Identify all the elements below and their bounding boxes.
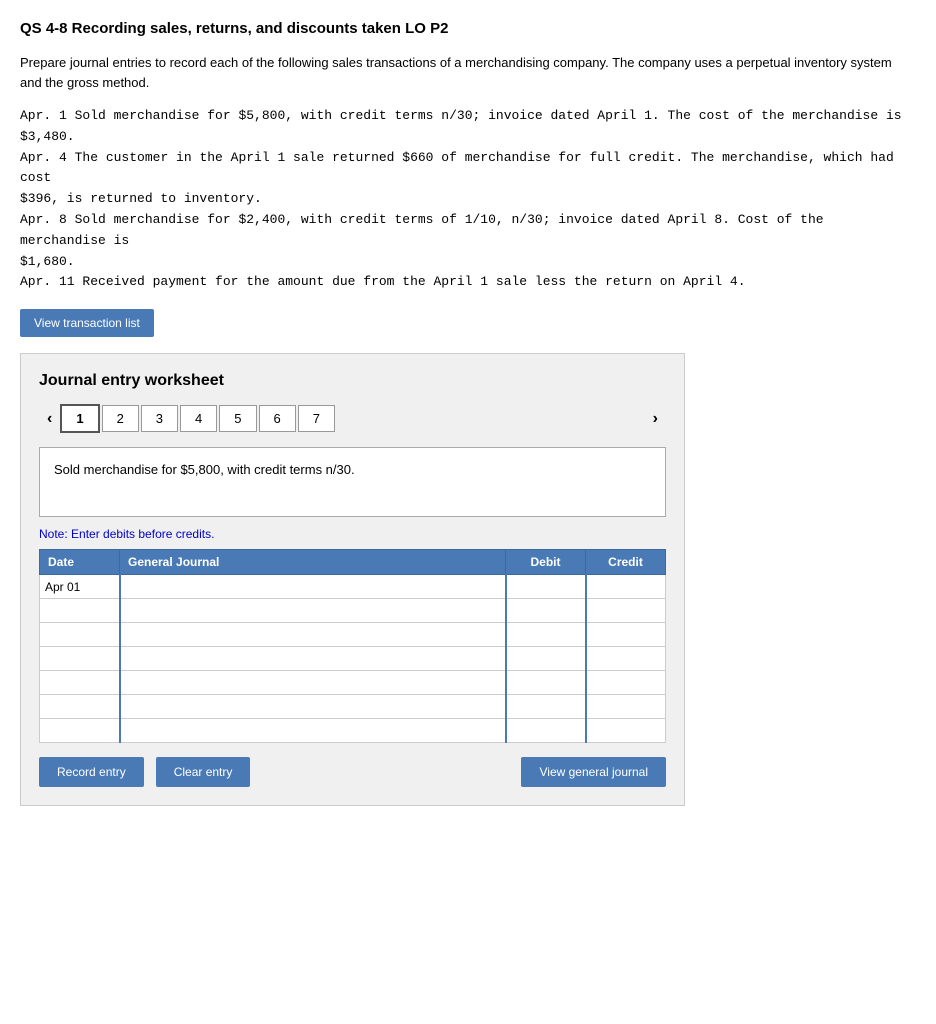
record-entry-button[interactable]: Record entry [39, 757, 144, 787]
journal-cell-7[interactable] [120, 719, 506, 743]
journal-input-7[interactable] [121, 719, 505, 742]
table-row [40, 623, 666, 647]
tab-7[interactable]: 7 [298, 405, 335, 432]
table-row [40, 671, 666, 695]
tab-6[interactable]: 6 [259, 405, 296, 432]
debit-input-7[interactable] [507, 719, 585, 742]
credit-input-7[interactable] [587, 719, 666, 742]
credit-cell-1[interactable] [586, 575, 666, 599]
debit-input-2[interactable] [507, 599, 585, 622]
credit-input-2[interactable] [587, 599, 666, 622]
transaction-3: Apr. 8 Sold merchandise for $2,400, with… [20, 210, 916, 272]
tab-next-button[interactable]: › [645, 406, 666, 432]
instructions: Prepare journal entries to record each o… [20, 53, 916, 92]
tab-prev-button[interactable]: ‹ [39, 406, 60, 432]
tab-3[interactable]: 3 [141, 405, 178, 432]
journal-cell-5[interactable] [120, 671, 506, 695]
credit-cell-2[interactable] [586, 599, 666, 623]
view-transaction-list-button[interactable]: View transaction list [20, 309, 154, 337]
credit-cell-6[interactable] [586, 695, 666, 719]
col-header-date: Date [40, 550, 120, 575]
tab-1[interactable]: 1 [60, 404, 99, 433]
table-row: Apr 01 [40, 575, 666, 599]
table-row [40, 719, 666, 743]
date-cell-6 [40, 695, 120, 719]
credit-input-4[interactable] [587, 647, 666, 670]
col-header-journal: General Journal [120, 550, 506, 575]
credit-input-1[interactable] [587, 575, 666, 598]
transaction-4: Apr. 11 Received payment for the amount … [20, 272, 916, 293]
journal-cell-2[interactable] [120, 599, 506, 623]
tab-2[interactable]: 2 [102, 405, 139, 432]
col-header-credit: Credit [586, 550, 666, 575]
credit-input-5[interactable] [587, 671, 666, 694]
debit-cell-7[interactable] [506, 719, 586, 743]
journal-input-4[interactable] [121, 647, 505, 670]
worksheet-container: Journal entry worksheet ‹ 1 2 3 4 5 6 7 … [20, 353, 685, 806]
journal-cell-1[interactable] [120, 575, 506, 599]
journal-input-6[interactable] [121, 695, 505, 718]
credit-cell-7[interactable] [586, 719, 666, 743]
credit-input-6[interactable] [587, 695, 666, 718]
page-title: QS 4-8 Recording sales, returns, and dis… [20, 20, 916, 37]
clear-entry-button[interactable]: Clear entry [156, 757, 251, 787]
debit-input-5[interactable] [507, 671, 585, 694]
tab-4[interactable]: 4 [180, 405, 217, 432]
table-row [40, 599, 666, 623]
journal-input-3[interactable] [121, 623, 505, 646]
credit-cell-3[interactable] [586, 623, 666, 647]
worksheet-title: Journal entry worksheet [39, 372, 666, 390]
credit-cell-4[interactable] [586, 647, 666, 671]
transaction-2: Apr. 4 The customer in the April 1 sale … [20, 148, 916, 210]
date-cell-5 [40, 671, 120, 695]
date-cell-2 [40, 599, 120, 623]
description-box: Sold merchandise for $5,800, with credit… [39, 447, 666, 517]
credit-cell-5[interactable] [586, 671, 666, 695]
table-row [40, 695, 666, 719]
debit-input-3[interactable] [507, 623, 585, 646]
tab-5[interactable]: 5 [219, 405, 256, 432]
journal-input-5[interactable] [121, 671, 505, 694]
debit-input-6[interactable] [507, 695, 585, 718]
tabs-row: ‹ 1 2 3 4 5 6 7 › [39, 404, 666, 433]
journal-cell-6[interactable] [120, 695, 506, 719]
debit-cell-2[interactable] [506, 599, 586, 623]
journal-input-2[interactable] [121, 599, 505, 622]
debit-cell-4[interactable] [506, 647, 586, 671]
table-row [40, 647, 666, 671]
transaction-1: Apr. 1 Sold merchandise for $5,800, with… [20, 106, 916, 148]
note-text: Note: Enter debits before credits. [39, 527, 666, 541]
debit-cell-6[interactable] [506, 695, 586, 719]
date-cell-4 [40, 647, 120, 671]
debit-cell-1[interactable] [506, 575, 586, 599]
date-cell-3 [40, 623, 120, 647]
debit-cell-5[interactable] [506, 671, 586, 695]
journal-cell-3[interactable] [120, 623, 506, 647]
date-cell-7 [40, 719, 120, 743]
journal-cell-4[interactable] [120, 647, 506, 671]
debit-input-4[interactable] [507, 647, 585, 670]
buttons-row: Record entry Clear entry View general jo… [39, 757, 666, 787]
transactions: Apr. 1 Sold merchandise for $5,800, with… [20, 106, 916, 293]
journal-input-1[interactable] [121, 575, 505, 598]
col-header-debit: Debit [506, 550, 586, 575]
debit-cell-3[interactable] [506, 623, 586, 647]
credit-input-3[interactable] [587, 623, 666, 646]
view-general-journal-button[interactable]: View general journal [521, 757, 666, 787]
journal-table: Date General Journal Debit Credit Apr 01 [39, 549, 666, 743]
date-cell-1: Apr 01 [40, 575, 120, 599]
debit-input-1[interactable] [507, 575, 585, 598]
